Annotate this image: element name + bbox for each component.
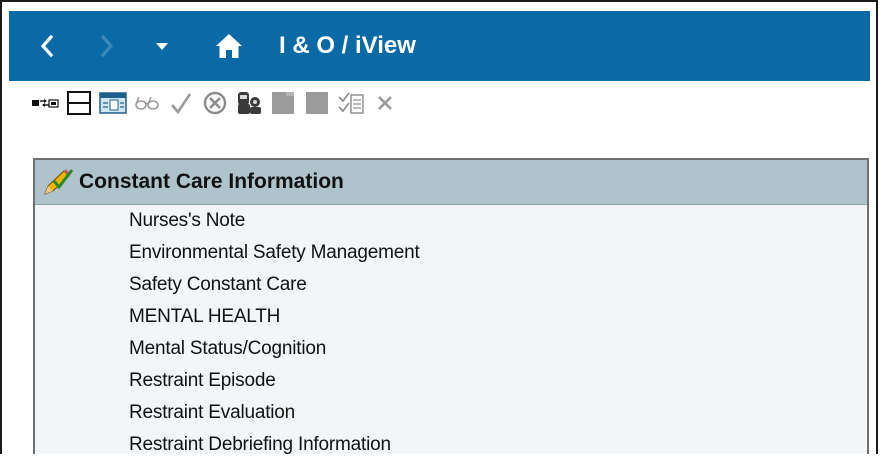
back-button[interactable] (27, 11, 67, 81)
cancel-circle-icon (203, 91, 227, 115)
list-item[interactable]: Restraint Evaluation (35, 397, 867, 429)
table-view-button[interactable] (98, 88, 128, 118)
title-bar: I & O / iView (9, 11, 870, 81)
close-x-icon (378, 96, 392, 110)
pencil-check-icon (41, 165, 75, 199)
glasses-button[interactable] (132, 88, 162, 118)
list-item[interactable]: Restraint Episode (35, 365, 867, 397)
window-title: I & O / iView (279, 32, 416, 59)
section-item-list: Nurses's Note Environmental Safety Manag… (35, 205, 867, 461)
expand-cells-button[interactable] (30, 88, 60, 118)
split-view-button[interactable] (64, 88, 94, 118)
table-view-icon (99, 92, 127, 114)
expand-cells-icon (32, 99, 59, 108)
document-icon (306, 92, 328, 114)
result-list-button[interactable] (336, 88, 366, 118)
caret-down-icon (156, 43, 168, 50)
toolbar (30, 86, 404, 120)
history-dropdown-button[interactable] (147, 11, 177, 81)
glasses-icon (135, 96, 159, 110)
list-item[interactable]: Mental Status/Cognition (35, 333, 867, 365)
home-button[interactable] (209, 11, 249, 81)
section-title: Constant Care Information (79, 170, 344, 193)
cancel-button[interactable] (200, 88, 230, 118)
close-button[interactable] (370, 88, 400, 118)
list-item[interactable]: Safety Constant Care (35, 269, 867, 301)
list-item[interactable]: MENTAL HEALTH (35, 301, 867, 333)
folder-button[interactable] (268, 88, 298, 118)
people-icon (238, 92, 261, 114)
forward-button[interactable] (87, 11, 127, 81)
folder-icon (272, 92, 294, 114)
chevron-left-icon (40, 34, 54, 58)
section-header[interactable]: Constant Care Information (35, 160, 867, 205)
list-item[interactable]: Environmental Safety Management (35, 237, 867, 269)
split-view-icon (67, 91, 91, 115)
checkmark-icon (171, 93, 192, 115)
sign-button[interactable] (166, 88, 196, 118)
chevron-right-icon (100, 34, 114, 58)
providers-button[interactable] (234, 88, 264, 118)
list-item[interactable]: Nurses's Note (35, 205, 867, 237)
result-list-icon (338, 92, 364, 114)
home-icon (216, 34, 242, 58)
document-button[interactable] (302, 88, 332, 118)
list-item[interactable]: Restraint Debriefing Information (35, 429, 867, 461)
band-panel: Constant Care Information Nurses's Note … (33, 158, 869, 455)
